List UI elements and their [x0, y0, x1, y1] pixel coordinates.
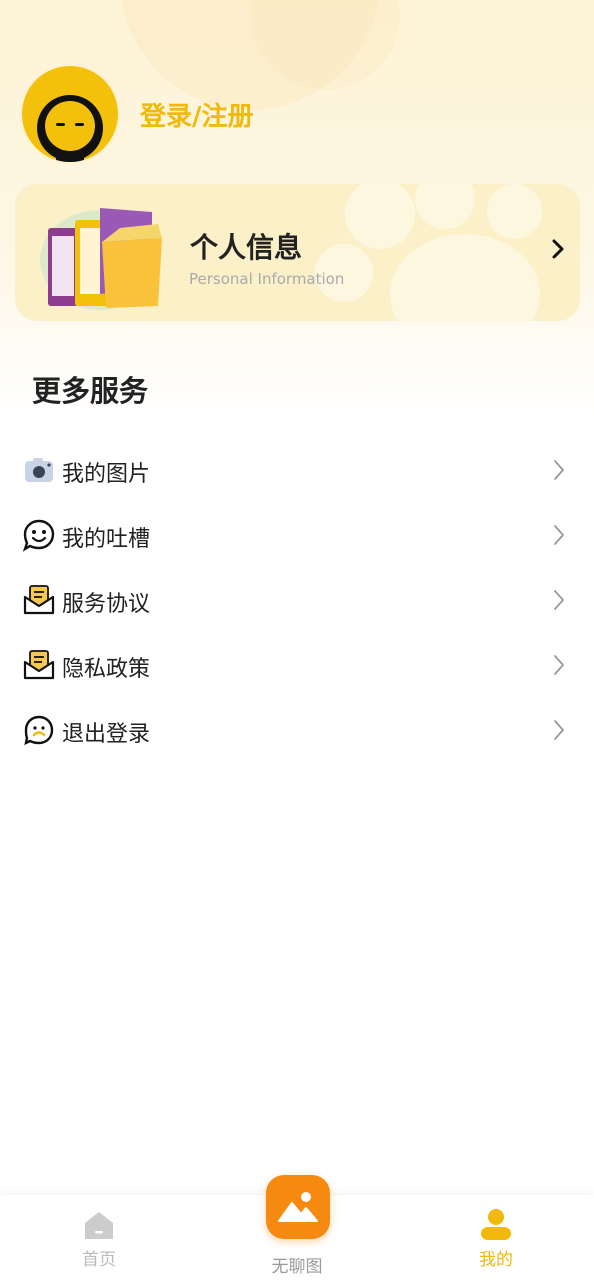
- avatar-face-icon: [37, 95, 103, 162]
- chevron-right-icon: [552, 239, 564, 259]
- chevron-right-icon: [554, 655, 564, 675]
- login-register-link[interactable]: 登录/注册: [140, 96, 254, 133]
- personal-info-subtitle: Personal Information: [189, 270, 345, 288]
- chevron-right-icon: [554, 720, 564, 740]
- tab-mine-label: 我的: [479, 1250, 513, 1270]
- camera-icon: [25, 458, 53, 482]
- menu-item-privacy-policy[interactable]: 隐私政策: [0, 633, 594, 698]
- tab-boring-pictures-label: 无聊图: [271, 1257, 323, 1277]
- menu-item-service-agreement[interactable]: 服务协议: [0, 568, 594, 633]
- personal-info-card[interactable]: 个人信息 Personal Information: [15, 184, 580, 321]
- tab-home[interactable]: 首页: [39, 1195, 159, 1280]
- user-icon: [481, 1209, 511, 1240]
- menu-label: 隐私政策: [62, 657, 151, 682]
- menu-label: 服务协议: [62, 592, 151, 617]
- logout-face-icon: [24, 715, 54, 746]
- more-services-title: 更多服务: [32, 374, 149, 408]
- menu-label: 我的图片: [62, 462, 151, 487]
- avatar[interactable]: [20, 64, 120, 164]
- chevron-right-icon: [554, 590, 564, 610]
- tab-home-label: 首页: [82, 1250, 116, 1270]
- personal-info-title: 个人信息: [190, 231, 303, 264]
- home-icon: [85, 1212, 113, 1239]
- image-icon: [278, 1192, 318, 1222]
- chat-smile-icon: [22, 519, 55, 552]
- services-list: 我的图片 我的吐槽 服务协议 隐私政策 退出登录: [0, 438, 594, 763]
- menu-label: 退出登录: [62, 722, 151, 747]
- menu-item-my-complaints[interactable]: 我的吐槽: [0, 503, 594, 568]
- menu-label: 我的吐槽: [62, 527, 151, 552]
- folder-books-icon: [40, 208, 162, 310]
- tab-mine[interactable]: 我的: [436, 1195, 556, 1280]
- profile-header[interactable]: 登录/注册: [20, 63, 254, 165]
- chevron-right-icon: [554, 525, 564, 545]
- envelope-doc-icon: [23, 585, 55, 615]
- menu-item-my-pictures[interactable]: 我的图片: [0, 438, 594, 503]
- center-pictures-button[interactable]: [266, 1175, 330, 1239]
- envelope-doc-icon: [23, 650, 55, 680]
- menu-item-logout[interactable]: 退出登录: [0, 698, 594, 763]
- chevron-right-icon: [554, 460, 564, 480]
